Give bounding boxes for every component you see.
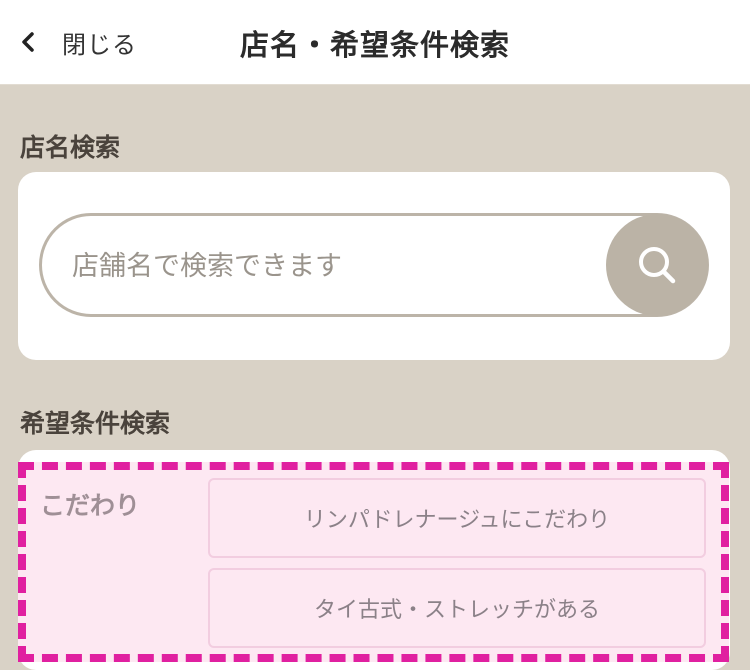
page-title: 店名・希望条件検索 [239,28,510,62]
condition-search-heading: 希望条件検索 [20,409,171,438]
category-label: こだわり [40,491,141,520]
search-button[interactable] [606,214,708,316]
option-lymph-drainage[interactable]: リンパドレナージュにこだわり [208,478,706,558]
search-icon [639,247,676,284]
search-input[interactable] [72,238,602,294]
header-bar: 閉じる 店名・希望条件検索 [0,0,750,85]
option-thai-stretch[interactable]: タイ古式・ストレッチがある [208,568,706,648]
search-field [39,213,709,317]
store-search-heading: 店名検索 [20,133,121,162]
store-search-card [18,172,730,360]
